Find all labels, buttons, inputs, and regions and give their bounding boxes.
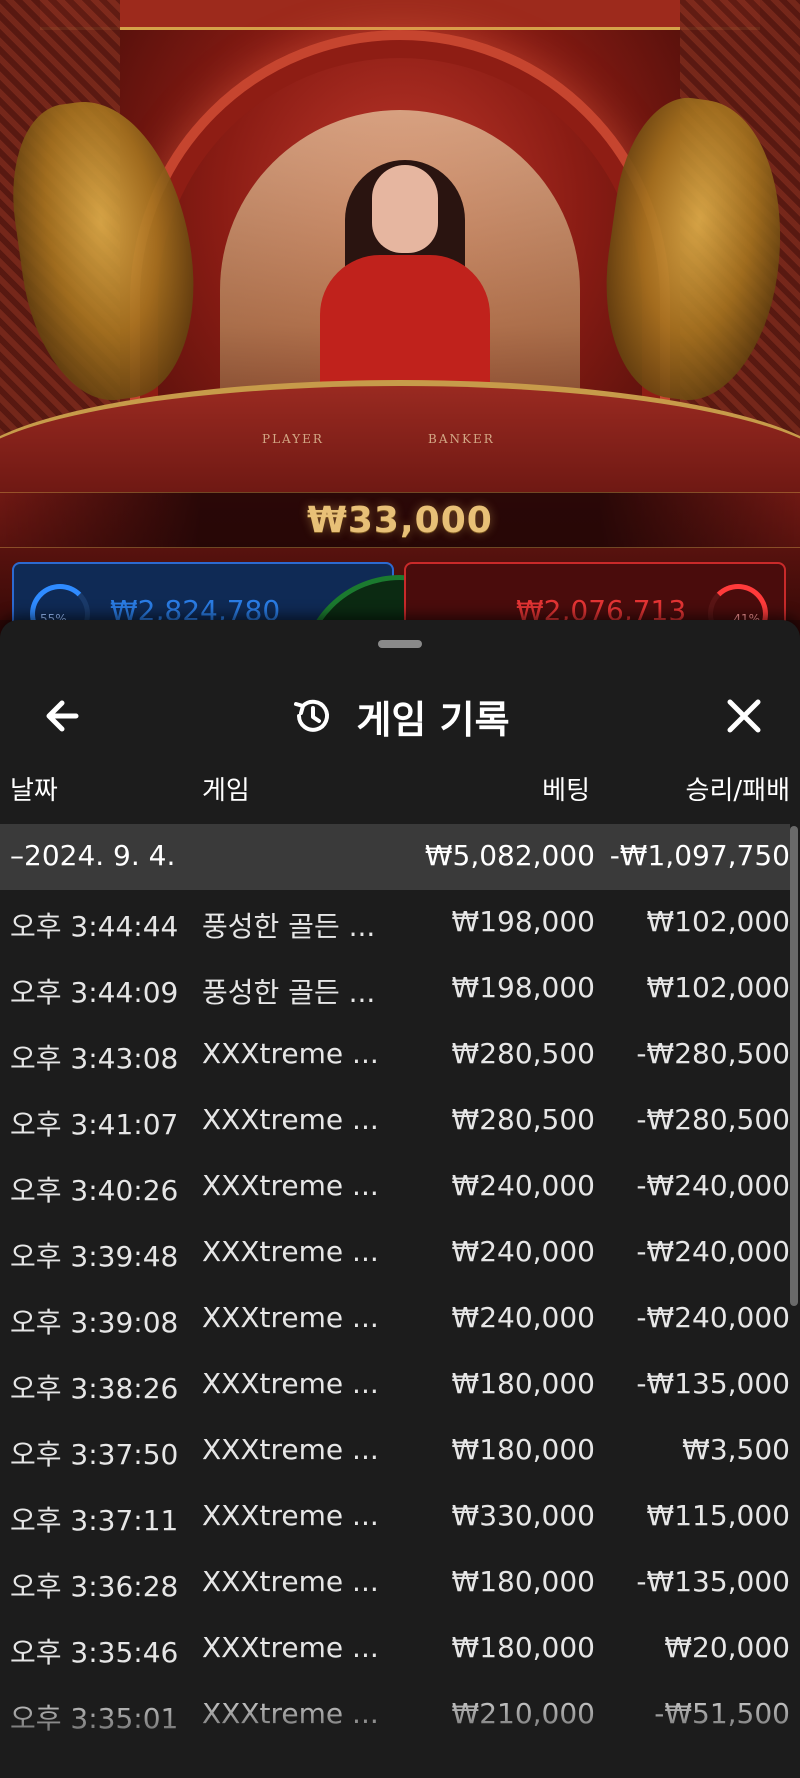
history-icon	[294, 699, 330, 732]
row-bet: ₩210,000	[451, 1697, 595, 1730]
row-bet: ₩280,500	[451, 1037, 595, 1070]
row-game: XXXtreme ...	[202, 1367, 379, 1400]
jackpot-amount: ₩33,000	[307, 499, 493, 541]
history-row[interactable]: 오후 3:35:01 XXXtreme ... ₩210,000 -₩51,500	[0, 1682, 790, 1748]
row-winloss: -₩240,000	[636, 1235, 790, 1268]
date-group-winloss-total: -₩1,097,750	[609, 839, 790, 872]
row-time: 오후 3:38:26	[10, 1372, 179, 1405]
row-bet: ₩198,000	[451, 905, 595, 938]
history-row[interactable]: 오후 3:37:11 XXXtreme ... ₩330,000 ₩115,000	[0, 1484, 790, 1550]
row-time: 오후 3:40:26	[10, 1174, 179, 1207]
row-winloss: -₩240,000	[636, 1169, 790, 1202]
row-time: 오후 3:39:08	[10, 1306, 179, 1339]
row-time: 오후 3:41:07	[10, 1108, 179, 1141]
row-game: XXXtreme ...	[202, 1169, 379, 1202]
row-winloss: -₩280,500	[636, 1103, 790, 1136]
row-bet: ₩180,000	[451, 1565, 595, 1598]
row-bet: ₩180,000	[451, 1367, 595, 1400]
date-group-label: –2024. 9. 4.	[10, 839, 176, 872]
dealer-face	[372, 165, 438, 253]
close-icon	[727, 699, 761, 733]
game-history-sheet: 게임 기록 날짜 게임 베팅 승리/패배 –2024. 9. 4. ₩5,082…	[0, 620, 800, 1778]
history-row[interactable]: 오후 3:44:44 풍성한 골든 ... ₩198,000 ₩102,000	[0, 890, 790, 956]
sheet-drag-handle[interactable]	[378, 640, 422, 648]
date-group-row[interactable]: –2024. 9. 4. ₩5,082,000 -₩1,097,750	[0, 824, 790, 890]
history-row[interactable]: 오후 3:36:28 XXXtreme ... ₩180,000 -₩135,000	[0, 1550, 790, 1616]
history-row[interactable]: 오후 3:41:07 XXXtreme ... ₩280,500 -₩280,500	[0, 1088, 790, 1154]
close-button[interactable]	[712, 684, 776, 748]
row-bet: ₩240,000	[451, 1169, 595, 1202]
history-row[interactable]: 오후 3:39:08 XXXtreme ... ₩240,000 -₩240,000	[0, 1286, 790, 1352]
row-winloss: ₩20,000	[664, 1631, 790, 1664]
row-time: 오후 3:35:46	[10, 1636, 179, 1669]
live-video: PLAYER BANKER ₩33,000 55% ₩2,824,780 41%…	[0, 0, 800, 640]
sheet-title-group: 게임 기록	[0, 688, 800, 744]
table-banker-label: BANKER	[428, 432, 495, 446]
history-row[interactable]: 오후 3:38:26 XXXtreme ... ₩180,000 -₩135,000	[0, 1352, 790, 1418]
column-header-bet: 베팅	[542, 776, 590, 806]
history-rows: 오후 3:44:44 풍성한 골든 ... ₩198,000 ₩102,000 오후 3…	[0, 890, 790, 1748]
row-time: 오후 3:44:44	[10, 910, 179, 943]
row-winloss: ₩3,500	[682, 1433, 790, 1466]
sheet-title: 게임 기록	[356, 697, 510, 742]
row-game: XXXtreme ...	[202, 1565, 379, 1598]
row-time: 오후 3:43:08	[10, 1042, 179, 1075]
row-game: XXXtreme ...	[202, 1697, 379, 1730]
row-winloss: ₩115,000	[646, 1499, 790, 1532]
history-row[interactable]: 오후 3:37:50 XXXtreme ... ₩180,000 ₩3,500	[0, 1418, 790, 1484]
row-winloss: ₩102,000	[646, 905, 790, 938]
row-game: 풍성한 골든 ...	[202, 910, 376, 943]
row-time: 오후 3:35:01	[10, 1702, 179, 1735]
table-player-label: PLAYER	[262, 432, 324, 446]
row-time: 오후 3:44:09	[10, 976, 179, 1009]
column-header-date: 날짜	[10, 776, 58, 806]
row-game: 풍성한 골든 ...	[202, 976, 376, 1009]
row-bet: ₩180,000	[451, 1631, 595, 1664]
row-time: 오후 3:39:48	[10, 1240, 179, 1273]
column-header-game: 게임	[202, 776, 250, 806]
row-game: XXXtreme ...	[202, 1631, 379, 1664]
row-winloss: -₩240,000	[636, 1301, 790, 1334]
row-bet: ₩180,000	[451, 1433, 595, 1466]
row-time: 오후 3:37:11	[10, 1504, 179, 1537]
row-game: XXXtreme ...	[202, 1301, 379, 1334]
history-row[interactable]: 오후 3:43:08 XXXtreme ... ₩280,500 -₩280,500	[0, 1022, 790, 1088]
row-game: XXXtreme ...	[202, 1499, 379, 1532]
history-row[interactable]: 오후 3:39:48 XXXtreme ... ₩240,000 -₩240,000	[0, 1220, 790, 1286]
history-row[interactable]: 오후 3:44:09 풍성한 골든 ... ₩198,000 ₩102,000	[0, 956, 790, 1022]
history-row[interactable]: 오후 3:40:26 XXXtreme ... ₩240,000 -₩240,000	[0, 1154, 790, 1220]
date-group-bet-total: ₩5,082,000	[424, 839, 595, 872]
row-bet: ₩198,000	[451, 971, 595, 1004]
row-game: XXXtreme ...	[202, 1235, 379, 1268]
row-game: XXXtreme ...	[202, 1433, 379, 1466]
row-winloss: -₩135,000	[636, 1367, 790, 1400]
row-time: 오후 3:37:50	[10, 1438, 179, 1471]
row-winloss: -₩135,000	[636, 1565, 790, 1598]
scrollbar[interactable]	[790, 826, 798, 1306]
frame-top	[40, 0, 760, 30]
row-bet: ₩240,000	[451, 1301, 595, 1334]
row-time: 오후 3:36:28	[10, 1570, 179, 1603]
row-game: XXXtreme ...	[202, 1037, 379, 1070]
history-list: –2024. 9. 4. ₩5,082,000 -₩1,097,750 오후 3…	[0, 824, 790, 1748]
row-bet: ₩280,500	[451, 1103, 595, 1136]
row-winloss: -₩280,500	[636, 1037, 790, 1070]
row-winloss: -₩51,500	[654, 1697, 790, 1730]
sheet-header: 게임 기록	[0, 660, 800, 770]
history-row[interactable]: 오후 3:35:46 XXXtreme ... ₩180,000 ₩20,000	[0, 1616, 790, 1682]
row-bet: ₩240,000	[451, 1235, 595, 1268]
row-winloss: ₩102,000	[646, 971, 790, 1004]
column-header-winloss: 승리/패배	[685, 776, 790, 806]
row-bet: ₩330,000	[451, 1499, 595, 1532]
row-game: XXXtreme ...	[202, 1103, 379, 1136]
table-header: 날짜 게임 베팅 승리/패배	[0, 760, 800, 810]
jackpot-banner: ₩33,000	[0, 492, 800, 548]
